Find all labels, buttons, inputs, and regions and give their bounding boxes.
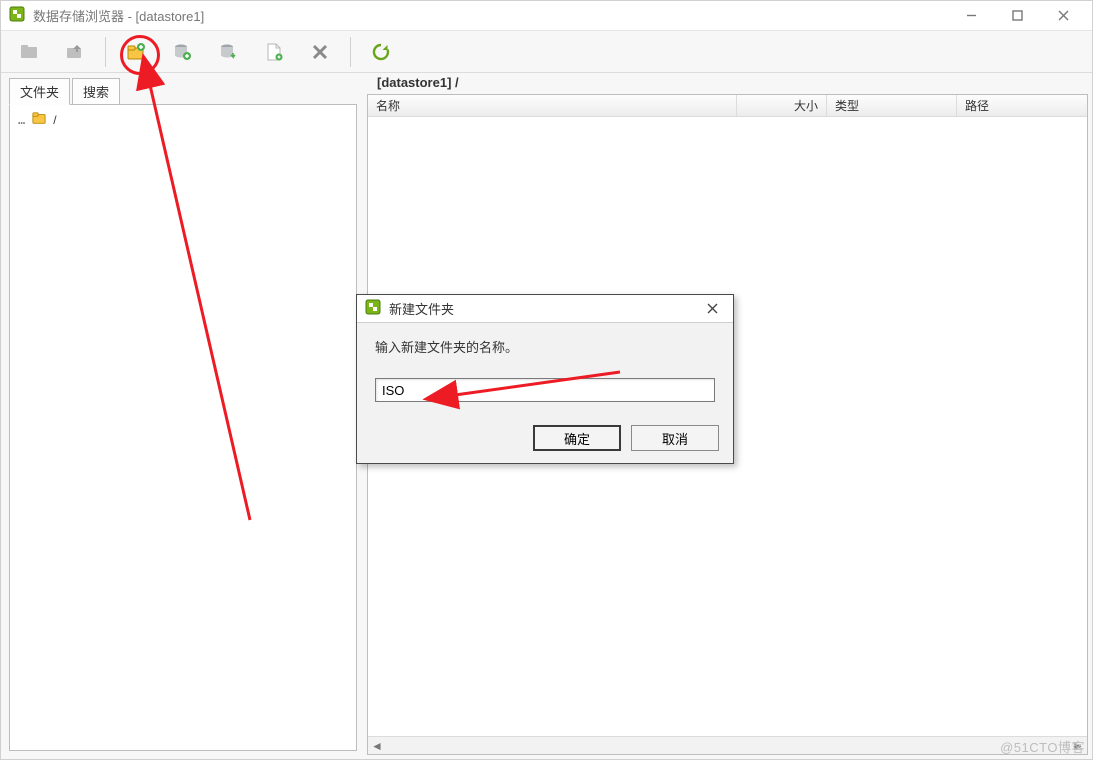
- tab-folders[interactable]: 文件夹: [9, 78, 70, 105]
- browse-button[interactable]: [9, 35, 49, 69]
- dialog-titlebar[interactable]: 新建文件夹: [357, 295, 733, 323]
- tree-root-label: /: [53, 113, 56, 127]
- dialog-body: 输入新建文件夹的名称。: [357, 323, 733, 419]
- col-size[interactable]: 大小: [737, 95, 827, 116]
- window-title: 数据存储浏览器 - [datastore1]: [33, 6, 204, 25]
- dialog-title: 新建文件夹: [389, 299, 454, 318]
- app-icon: [9, 6, 25, 25]
- maximize-button[interactable]: [994, 1, 1040, 31]
- delete-button[interactable]: [300, 35, 340, 69]
- tree-root-item[interactable]: … /: [18, 111, 348, 128]
- dialog-prompt: 输入新建文件夹的名称。: [375, 337, 715, 356]
- folder-icon: [31, 111, 47, 128]
- tab-search[interactable]: 搜索: [72, 78, 120, 105]
- database-upload-button[interactable]: [162, 35, 202, 69]
- tree-toggle-icon: …: [18, 113, 25, 127]
- close-button[interactable]: [1040, 1, 1086, 31]
- left-pane: 文件夹 搜索 … /: [1, 73, 363, 759]
- col-type[interactable]: 类型: [827, 95, 957, 116]
- refresh-button[interactable]: [361, 35, 401, 69]
- cancel-button[interactable]: 取消: [631, 425, 719, 451]
- dialog-app-icon: [365, 299, 381, 318]
- horizontal-scrollbar[interactable]: ◄ ►: [368, 736, 1087, 754]
- dialog-close-button[interactable]: [697, 295, 727, 323]
- minimize-button[interactable]: [948, 1, 994, 31]
- toolbar: [1, 31, 1092, 73]
- left-tabs: 文件夹 搜索: [3, 77, 363, 104]
- folder-up-button[interactable]: [55, 35, 95, 69]
- database-download-button[interactable]: [208, 35, 248, 69]
- new-document-button[interactable]: [254, 35, 294, 69]
- dialog-buttons: 确定 取消: [357, 419, 733, 463]
- col-path[interactable]: 路径: [957, 95, 1087, 116]
- watermark: @51CTO博客: [1000, 737, 1085, 756]
- path-label: [datastore1] /: [367, 75, 1088, 94]
- column-headers: 名称 大小 类型 路径: [368, 95, 1087, 117]
- new-folder-button[interactable]: [116, 35, 156, 69]
- folder-name-input[interactable]: [375, 378, 715, 402]
- ok-button[interactable]: 确定: [533, 425, 621, 451]
- folder-tree[interactable]: … /: [9, 104, 357, 751]
- scroll-left-icon[interactable]: ◄: [368, 737, 386, 754]
- col-name[interactable]: 名称: [368, 95, 737, 116]
- titlebar: 数据存储浏览器 - [datastore1]: [1, 1, 1092, 31]
- new-folder-dialog: 新建文件夹 输入新建文件夹的名称。 确定 取消: [356, 294, 734, 464]
